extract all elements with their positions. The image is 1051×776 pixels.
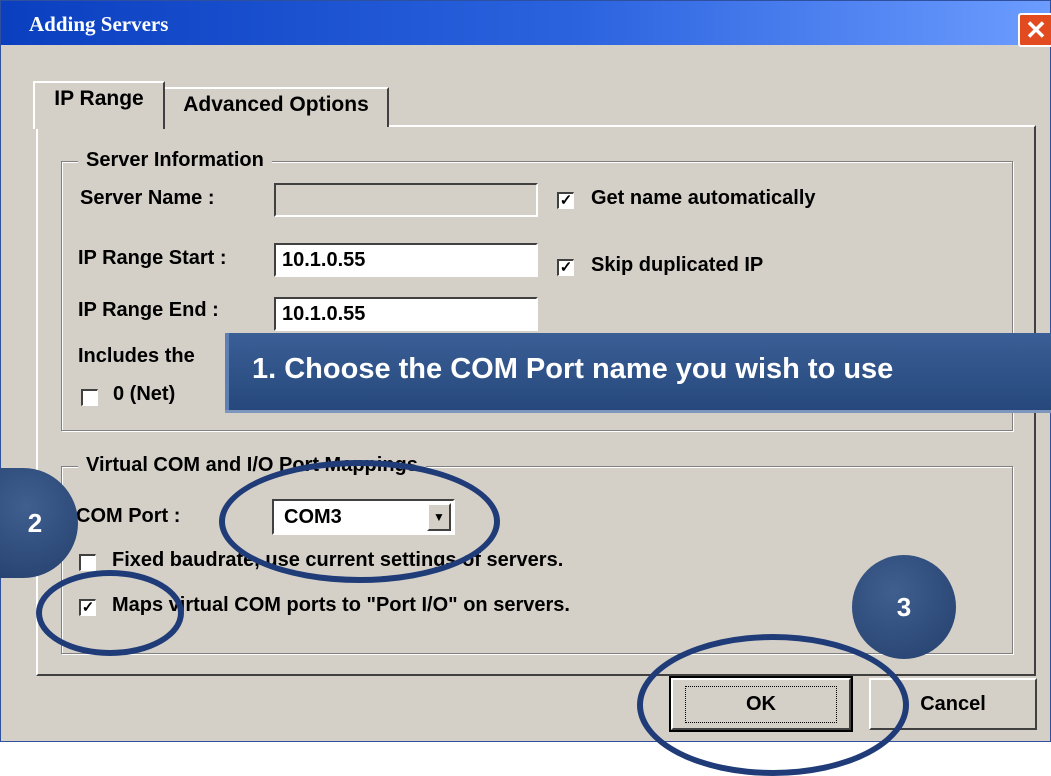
ip-range-end-label: IP Range End : bbox=[78, 299, 219, 321]
get-name-auto-checkbox[interactable]: ✓ bbox=[557, 192, 574, 209]
skip-duplicated-label: Skip duplicated IP bbox=[591, 254, 764, 276]
callout-step-1: 1. Choose the COM Port name you wish to … bbox=[225, 333, 1051, 410]
net-checkbox[interactable] bbox=[81, 389, 98, 406]
get-name-auto-label: Get name automatically bbox=[591, 187, 816, 209]
ip-range-start-label: IP Range Start : bbox=[78, 247, 227, 269]
close-icon: ✕ bbox=[1025, 14, 1047, 45]
step-3-badge: 3 bbox=[852, 555, 956, 659]
com-port-label: COM Port : bbox=[76, 505, 181, 527]
highlight-ring-ok-button bbox=[637, 634, 909, 776]
includes-special-ip-label: Includes the bbox=[78, 345, 195, 367]
close-button[interactable]: ✕ bbox=[1018, 13, 1051, 47]
server-information-legend: Server Information bbox=[78, 149, 272, 172]
server-name-label: Server Name : bbox=[80, 187, 215, 209]
fixed-baudrate-checkbox[interactable] bbox=[79, 554, 96, 571]
server-name-field[interactable] bbox=[274, 183, 538, 217]
highlight-ring-maps-checkbox bbox=[36, 570, 184, 656]
tab-ip-range[interactable]: IP Range bbox=[33, 81, 165, 129]
window-title: Adding Servers bbox=[29, 12, 169, 36]
ip-range-end-field[interactable]: 10.1.0.55 bbox=[274, 297, 538, 331]
title-bar[interactable]: Adding Servers ✕ bbox=[1, 1, 1051, 47]
net-label: 0 (Net) bbox=[113, 383, 176, 405]
skip-duplicated-checkbox[interactable]: ✓ bbox=[557, 259, 574, 276]
highlight-ring-com-port bbox=[219, 460, 500, 583]
tab-advanced-options[interactable]: Advanced Options bbox=[165, 87, 389, 127]
ip-range-start-field[interactable]: 10.1.0.55 bbox=[274, 243, 538, 277]
